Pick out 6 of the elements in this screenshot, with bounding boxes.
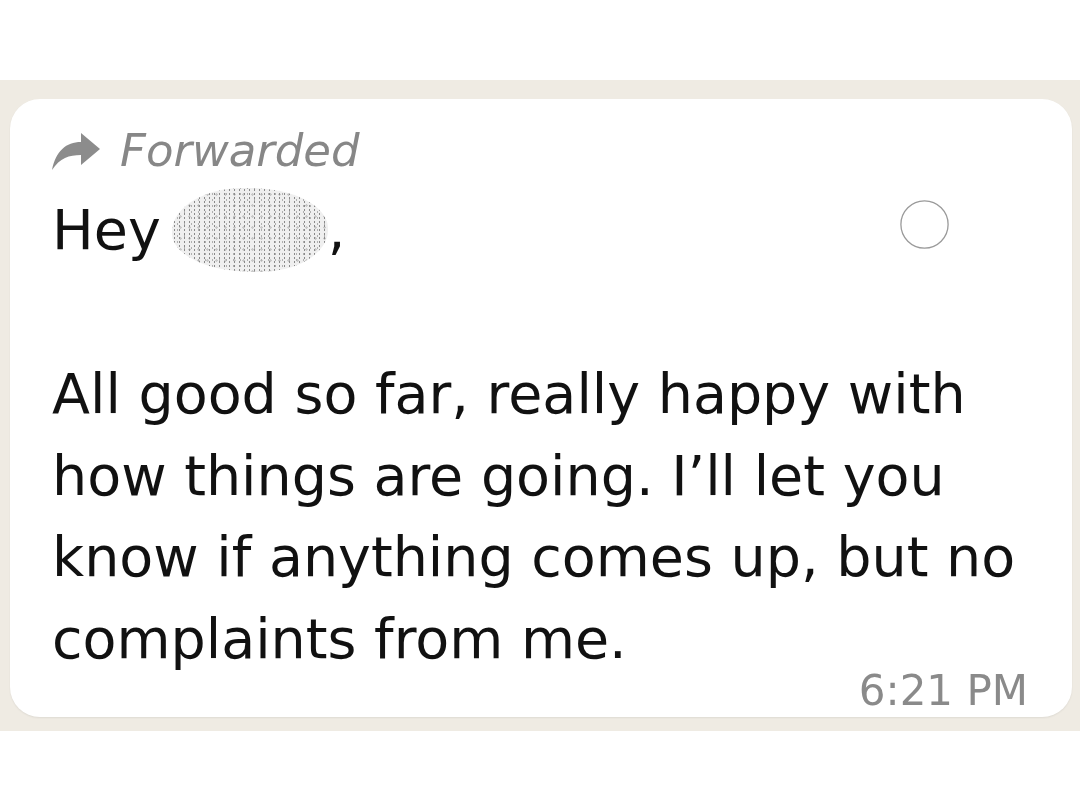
forwarded-label: Forwarded	[120, 125, 360, 177]
greeting-punctuation: ,	[327, 196, 346, 264]
greeting-text: Hey	[52, 196, 161, 264]
message-text: All good so far, really happy with how things are going. I’ll let you know if anything comes up, but no complaints from me.	[52, 361, 1016, 671]
message-timestamp: 6:21 PM	[858, 671, 1028, 711]
selection-checkbox[interactable]	[900, 199, 949, 249]
